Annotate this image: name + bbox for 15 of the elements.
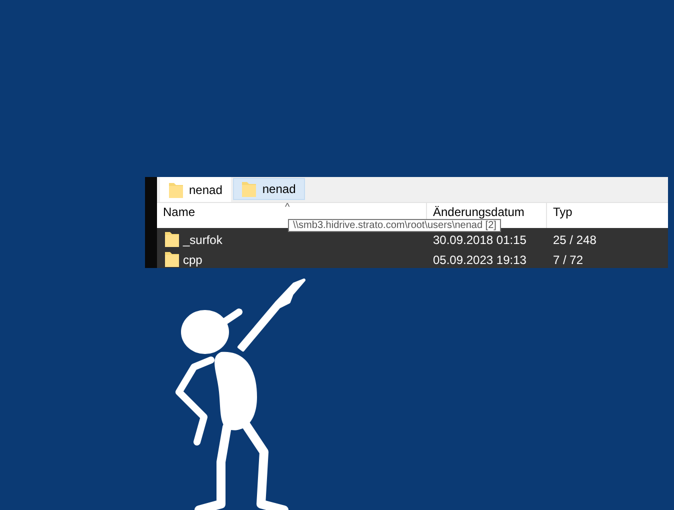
table-cell-text: 25 / 248: [552, 232, 598, 248]
column-header[interactable]: Typ: [547, 203, 668, 228]
file-name[interactable]: _surfok: [183, 233, 222, 247]
folder-icon: [169, 182, 183, 198]
file-name[interactable]: cpp: [183, 253, 202, 267]
folder-icon: [165, 251, 179, 267]
path-tooltip: \\smb3.hidrive.strato.com\root\users\nenad [2]: [288, 219, 502, 232]
folder-tab[interactable]: nenad: [160, 177, 232, 202]
folder-tab[interactable]: nenad: [233, 178, 305, 200]
sort-indicator: ^: [285, 201, 290, 215]
folder-icon: [242, 181, 256, 197]
table-cell-text: 7 / 72: [552, 252, 584, 268]
folder-icon: [165, 231, 179, 247]
table-cell-text: 05.09.2023 19:13: [432, 252, 528, 268]
table-cell-text: 30.09.2018 01:15: [432, 232, 528, 248]
